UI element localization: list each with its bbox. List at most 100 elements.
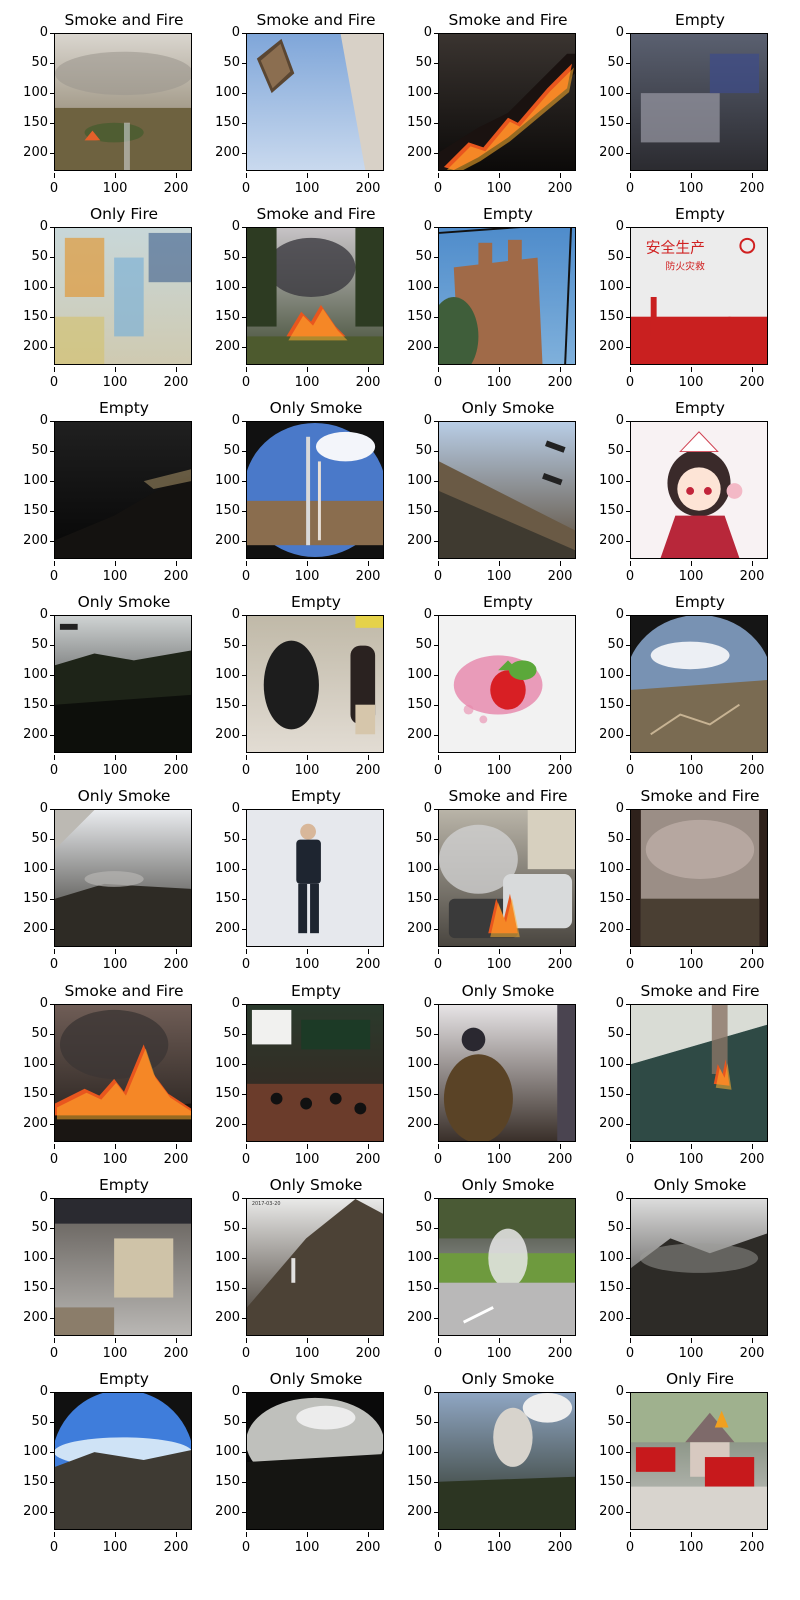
y-tick-label: 100 <box>8 1445 55 1459</box>
y-tick-label: 0 <box>8 220 55 234</box>
x-tick-label: 200 <box>156 561 196 584</box>
y-tick-label: 100 <box>584 668 631 682</box>
x-tick-label: 200 <box>732 755 772 778</box>
y-tick-label: 0 <box>200 608 247 622</box>
y-tick-label: 0 <box>200 26 247 40</box>
y-tick-label: 0 <box>392 1191 439 1205</box>
x-tick-label: 0 <box>610 1144 650 1167</box>
y-tick-label: 200 <box>584 146 631 160</box>
x-tick-label: 200 <box>156 949 196 972</box>
y-tick-label: 50 <box>392 832 439 846</box>
y-tick-label: 50 <box>392 56 439 70</box>
x-tick-label: 0 <box>226 561 266 584</box>
panel-title: Empty <box>99 399 149 417</box>
y-tick-label: 0 <box>392 608 439 622</box>
y-tick-label: 200 <box>392 1117 439 1131</box>
image-panel: Only Smoke 0 50 100 150 200 0 100 200 <box>384 1175 579 1368</box>
panel-image <box>246 615 384 753</box>
x-tick-label: 0 <box>226 173 266 196</box>
y-tick-label: 150 <box>200 1087 247 1101</box>
panel-image <box>246 1004 384 1142</box>
y-tick-label: 0 <box>8 1191 55 1205</box>
x-tick-label: 0 <box>610 1532 650 1555</box>
x-tick-label: 100 <box>95 173 135 196</box>
y-tick-label: 100 <box>8 862 55 876</box>
y-tick-label: 200 <box>392 340 439 354</box>
y-tick-label: 200 <box>200 922 247 936</box>
image-panel: Empty 0 50 100 150 200 0 100 200 <box>576 398 771 591</box>
y-tick-label: 0 <box>200 414 247 428</box>
y-tick-label: 50 <box>200 1027 247 1041</box>
y-tick-label: 100 <box>200 1057 247 1071</box>
x-tick-label: 100 <box>287 561 327 584</box>
x-tick-label: 200 <box>156 367 196 390</box>
y-tick-label: 150 <box>392 504 439 518</box>
x-tick-label: 0 <box>610 755 650 778</box>
y-tick-label: 150 <box>200 504 247 518</box>
image-panel: Only Fire 0 50 100 150 200 0 100 200 <box>0 204 195 397</box>
y-tick-label: 150 <box>584 892 631 906</box>
image-panel: Empty 0 50 100 150 200 0 100 200 <box>384 592 579 785</box>
x-tick-label: 200 <box>156 173 196 196</box>
y-tick-label: 150 <box>200 1281 247 1295</box>
x-tick-label: 200 <box>348 367 388 390</box>
panel-title: Smoke and Fire <box>640 982 760 1000</box>
y-tick-label: 200 <box>392 1311 439 1325</box>
y-tick-label: 150 <box>392 892 439 906</box>
x-tick-label: 0 <box>34 561 74 584</box>
y-tick-label: 200 <box>8 1311 55 1325</box>
y-tick-label: 150 <box>392 1475 439 1489</box>
panel-image: 2017-03-20 <box>246 1198 384 1336</box>
image-panel: Empty 0 50 100 150 200 0 100 200 <box>0 1369 195 1562</box>
x-tick-label: 200 <box>156 1338 196 1361</box>
x-tick-label: 200 <box>348 755 388 778</box>
y-tick-label: 100 <box>8 1251 55 1265</box>
x-tick-label: 0 <box>226 1532 266 1555</box>
panel-image <box>54 615 192 753</box>
panel-image <box>54 33 192 171</box>
y-tick-label: 0 <box>8 26 55 40</box>
y-tick-label: 50 <box>8 1027 55 1041</box>
x-tick-label: 200 <box>540 173 580 196</box>
y-tick-label: 100 <box>584 86 631 100</box>
y-tick-label: 150 <box>8 116 55 130</box>
y-tick-label: 0 <box>392 26 439 40</box>
panel-image: 安全生产 防火灾救 <box>630 227 768 365</box>
y-tick-label: 0 <box>8 608 55 622</box>
image-panel: Smoke and Fire 0 50 100 150 200 0 100 200 <box>0 10 195 203</box>
y-tick-label: 100 <box>584 1057 631 1071</box>
x-tick-label: 0 <box>226 1144 266 1167</box>
panel-title: Empty <box>675 205 725 223</box>
x-tick-label: 0 <box>226 367 266 390</box>
x-tick-label: 200 <box>540 1338 580 1361</box>
svg-text:安全生产: 安全生产 <box>646 239 705 257</box>
y-tick-label: 50 <box>200 832 247 846</box>
y-tick-label: 100 <box>584 474 631 488</box>
x-tick-label: 0 <box>610 949 650 972</box>
y-tick-label: 50 <box>8 1221 55 1235</box>
panel-image <box>438 1198 576 1336</box>
y-tick-label: 150 <box>200 1475 247 1489</box>
panel-title: Only Smoke <box>461 1370 555 1388</box>
x-tick-label: 100 <box>95 1144 135 1167</box>
x-tick-label: 200 <box>156 1144 196 1167</box>
x-tick-label: 100 <box>479 1338 519 1361</box>
x-tick-label: 0 <box>418 173 458 196</box>
image-panel: Only Smoke 0 50 100 150 200 0 100 200 <box>576 1175 771 1368</box>
y-tick-label: 0 <box>8 1385 55 1399</box>
panel-image <box>246 227 384 365</box>
y-tick-label: 200 <box>8 534 55 548</box>
x-tick-label: 200 <box>348 173 388 196</box>
x-tick-label: 0 <box>418 1338 458 1361</box>
panel-image <box>54 227 192 365</box>
x-tick-label: 200 <box>540 367 580 390</box>
image-panel: Empty 0 50 100 150 200 0 100 200 <box>0 398 195 591</box>
y-tick-label: 200 <box>392 534 439 548</box>
panel-title: Only Smoke <box>461 982 555 1000</box>
image-panel: Only Smoke 2017-03-20 0 50 100 150 200 0 100 200 <box>192 1175 387 1368</box>
x-tick-label: 0 <box>34 367 74 390</box>
y-tick-label: 150 <box>392 1087 439 1101</box>
x-tick-label: 0 <box>610 367 650 390</box>
y-tick-label: 50 <box>8 56 55 70</box>
y-tick-label: 150 <box>200 116 247 130</box>
